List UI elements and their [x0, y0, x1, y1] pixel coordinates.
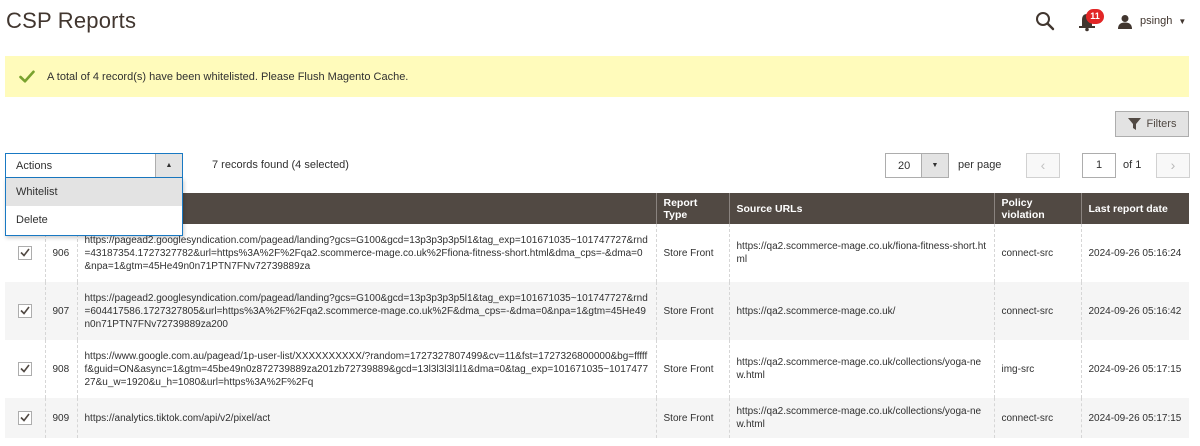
- page-count: of 1: [1123, 159, 1142, 171]
- per-page-label: per page: [958, 159, 1002, 171]
- row-source-url: https://qa2.scommerce-mage.co.uk/fiona-f…: [728, 224, 994, 282]
- caret-up-icon[interactable]: ▲: [155, 154, 182, 177]
- row-blocked-uri: https://www.google.com.au/pagead/1p-user…: [76, 340, 656, 398]
- message-text: A total of 4 record(s) have been whiteli…: [47, 70, 409, 83]
- actions-select[interactable]: Actions ▲: [5, 153, 183, 178]
- row-select[interactable]: [5, 398, 45, 438]
- search-icon[interactable]: [1035, 11, 1055, 31]
- action-option-whitelist[interactable]: Whitelist: [6, 178, 182, 206]
- row-source-url: https://qa2.scommerce-mage.co.uk/collect…: [728, 398, 994, 438]
- row-select[interactable]: [5, 282, 45, 340]
- success-message: A total of 4 record(s) have been whiteli…: [5, 56, 1189, 97]
- user-menu[interactable]: psingh ▼: [1118, 12, 1186, 30]
- row-blocked-uri: https://pagead2.googlesyndication.com/pa…: [76, 282, 656, 340]
- row-source-url: https://qa2.scommerce-mage.co.uk/: [728, 282, 994, 340]
- row-id: 907: [44, 282, 77, 340]
- column-header-report-type[interactable]: Report Type: [655, 193, 729, 224]
- row-policy: connect-src: [993, 282, 1081, 340]
- user-name: psingh: [1140, 15, 1173, 27]
- row-id: 909: [44, 398, 77, 438]
- actions-label: Actions: [16, 160, 53, 172]
- column-header-source-urls[interactable]: Source URLs: [728, 193, 994, 224]
- chevron-right-icon[interactable]: ›: [1156, 153, 1190, 178]
- page-input[interactable]: 1: [1082, 153, 1116, 178]
- row-checkbox[interactable]: [17, 411, 32, 425]
- column-header-last-report-date[interactable]: Last report date: [1080, 193, 1189, 224]
- action-option-delete[interactable]: Delete: [6, 206, 182, 234]
- table-row: 908 https://www.google.com.au/pagead/1p-…: [5, 340, 1189, 398]
- check-icon: [20, 364, 30, 373]
- row-blocked-uri: https://analytics.tiktok.com/api/v2/pixe…: [76, 398, 656, 438]
- row-policy: img-src: [993, 340, 1081, 398]
- row-date: 2024-09-26 05:17:15: [1080, 398, 1189, 438]
- row-select[interactable]: [5, 340, 45, 398]
- row-source-url: https://qa2.scommerce-mage.co.uk/collect…: [728, 340, 994, 398]
- check-icon: [20, 248, 30, 257]
- check-icon: [20, 306, 30, 315]
- check-icon: [20, 413, 30, 422]
- table-row: 909 https://analytics.tiktok.com/api/v2/…: [5, 398, 1189, 438]
- column-header-policy-violation[interactable]: Policy violation: [993, 193, 1081, 224]
- caret-down-icon[interactable]: ▼: [921, 154, 948, 177]
- actions-dropdown: Whitelist Delete: [5, 178, 183, 236]
- caret-down-icon: ▼: [1178, 16, 1187, 26]
- row-date: 2024-09-26 05:17:15: [1080, 340, 1189, 398]
- row-report-type: Store Front: [655, 224, 729, 282]
- chevron-left-icon[interactable]: ‹: [1026, 153, 1060, 178]
- row-policy: connect-src: [993, 224, 1081, 282]
- filters-label: Filters: [1146, 118, 1177, 130]
- row-report-type: Store Front: [655, 282, 729, 340]
- funnel-icon: [1127, 118, 1141, 130]
- row-checkbox[interactable]: [17, 362, 32, 376]
- per-page-value: 20: [898, 160, 911, 172]
- records-count: 7 records found (4 selected): [212, 159, 349, 171]
- row-policy: connect-src: [993, 398, 1081, 438]
- row-checkbox[interactable]: [17, 246, 32, 260]
- row-date: 2024-09-26 05:16:24: [1080, 224, 1189, 282]
- page-title: CSP Reports: [6, 8, 137, 33]
- row-report-type: Store Front: [655, 398, 729, 438]
- check-icon: [19, 70, 35, 83]
- notification-badge: 11: [1086, 9, 1104, 24]
- filters-button[interactable]: Filters: [1115, 111, 1189, 137]
- row-report-type: Store Front: [655, 340, 729, 398]
- per-page-select[interactable]: 20 ▼: [885, 153, 949, 178]
- row-date: 2024-09-26 05:16:42: [1080, 282, 1189, 340]
- row-checkbox[interactable]: [17, 304, 32, 318]
- table-row: 907 https://pagead2.googlesyndication.co…: [5, 282, 1189, 340]
- user-icon: [1118, 14, 1132, 29]
- row-id: 908: [44, 340, 77, 398]
